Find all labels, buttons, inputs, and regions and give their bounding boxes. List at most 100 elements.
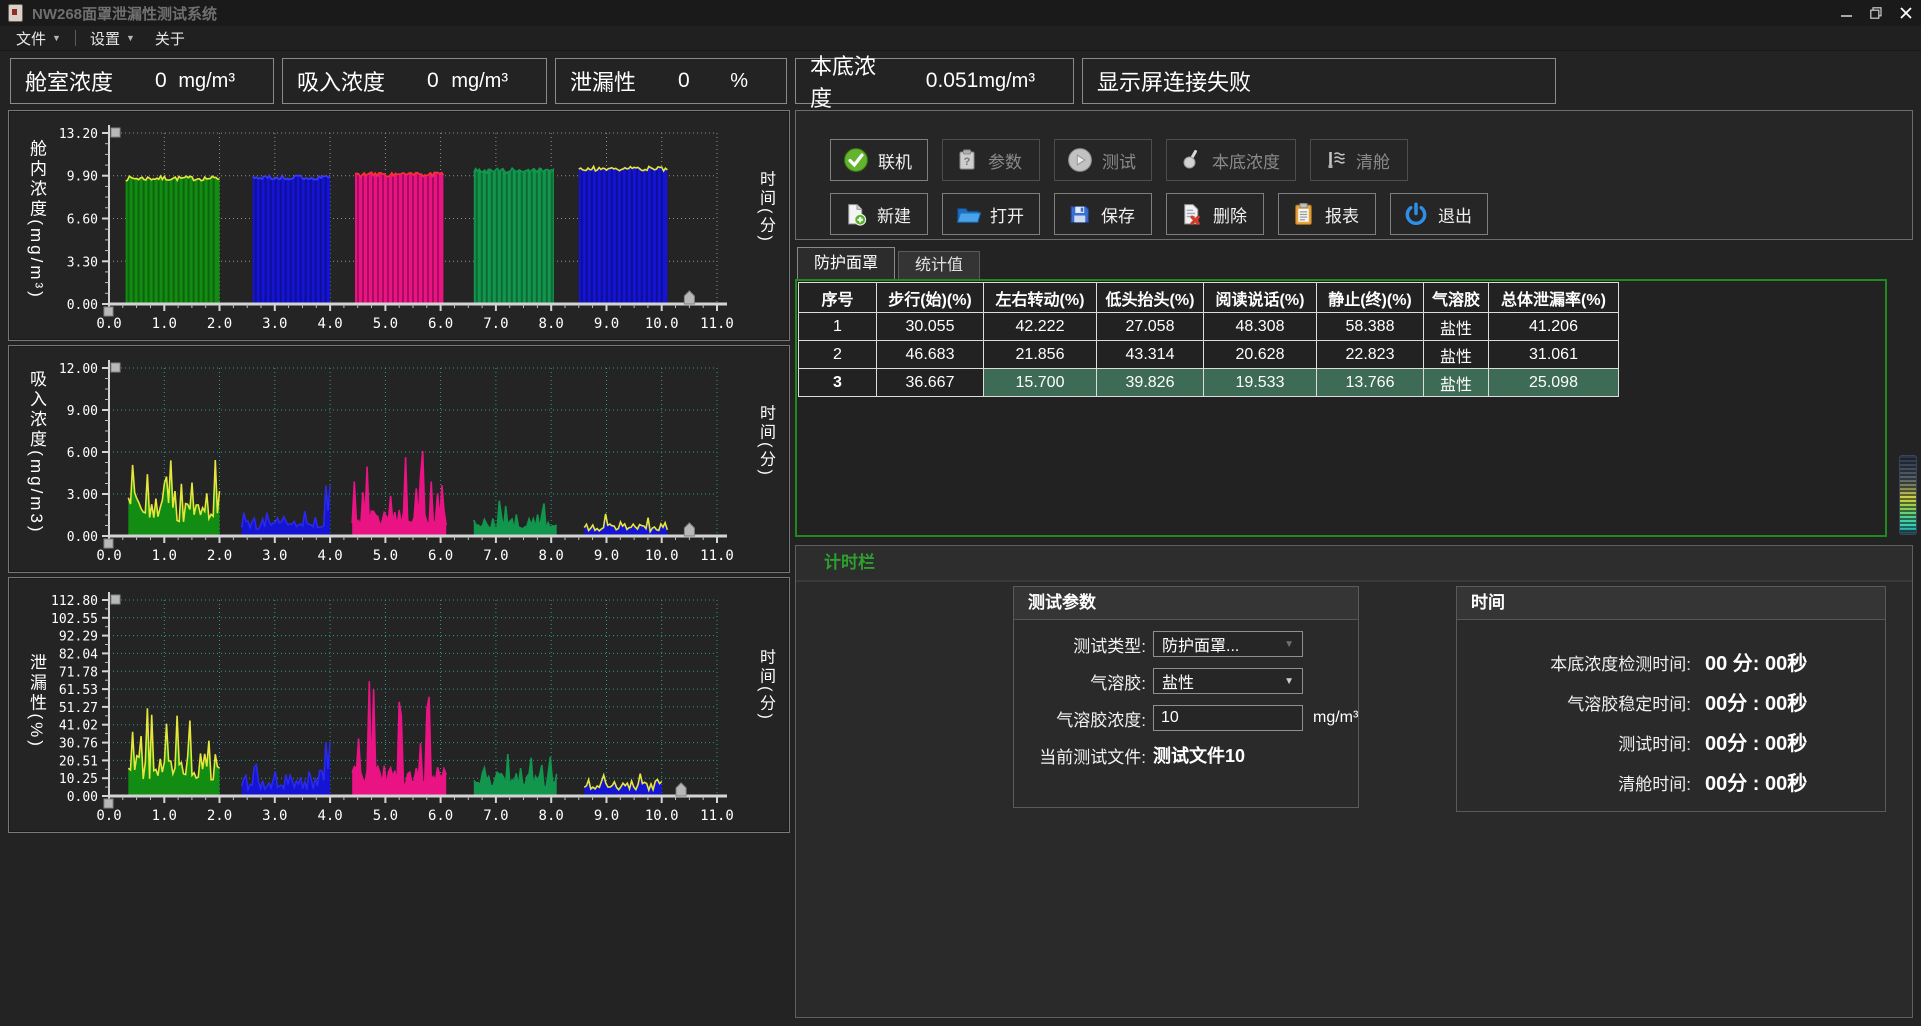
删除-button[interactable]: 删除 <box>1166 193 1264 235</box>
table-cell[interactable]: 41.206 <box>1489 313 1619 341</box>
新建-button[interactable]: 新建 <box>830 193 928 235</box>
axis-handle[interactable] <box>111 363 120 372</box>
保存-button[interactable]: 保存 <box>1054 193 1152 235</box>
svg-text:10.0: 10.0 <box>645 808 679 824</box>
table-header-cell[interactable]: 低头抬头(%) <box>1097 283 1204 313</box>
aerosol-concentration-input[interactable] <box>1153 705 1303 731</box>
table-cell[interactable]: 30.055 <box>877 313 984 341</box>
table-header-cell[interactable]: 步行(始)(%) <box>877 283 984 313</box>
table-header-cell[interactable]: 气溶胶 <box>1424 283 1489 313</box>
axis-handle[interactable] <box>684 523 694 536</box>
save-icon <box>1067 202 1092 227</box>
axis-handle[interactable] <box>676 783 686 796</box>
table-cell[interactable]: 盐性 <box>1424 341 1489 369</box>
table-cell[interactable]: 21.856 <box>984 341 1097 369</box>
series-左右转动 <box>242 486 330 536</box>
svg-text:5.0: 5.0 <box>373 808 398 824</box>
table-cell[interactable]: 20.628 <box>1204 341 1317 369</box>
table-cell[interactable]: 27.058 <box>1097 313 1204 341</box>
aerosol-select[interactable]: 盐性 ▼ <box>1153 668 1303 694</box>
test-type-select[interactable]: 防护面罩... ▼ <box>1153 631 1303 657</box>
table-cell[interactable]: 43.314 <box>1097 341 1204 369</box>
table-header-cell[interactable]: 序号 <box>799 283 877 313</box>
svg-text:12.00: 12.00 <box>59 362 98 377</box>
time-row-2: 气溶胶稳定时间:00分 : 00秒 <box>1457 687 1885 716</box>
time-rows: 本底浓度检测时间:00 分: 00秒气溶胶稳定时间:00分 : 00秒测试时间:… <box>1457 620 1885 796</box>
axis-handle[interactable] <box>104 799 113 808</box>
window-controls <box>1831 0 1921 26</box>
table-cell[interactable]: 36.667 <box>877 369 984 397</box>
maximize-icon[interactable] <box>1861 0 1891 26</box>
table-cell[interactable]: 盐性 <box>1424 313 1489 341</box>
table-cell[interactable]: 46.683 <box>877 341 984 369</box>
table-cell[interactable]: 2 <box>799 341 877 369</box>
menu-item-1[interactable]: 文件▼ <box>6 26 71 50</box>
aerosol-concentration-unit: mg/m³ <box>1313 709 1358 727</box>
tab-1[interactable]: 防护面罩 <box>797 247 895 279</box>
minimize-icon[interactable] <box>1831 0 1861 26</box>
table-cell[interactable]: 1 <box>799 313 877 341</box>
打开-button[interactable]: 打开 <box>942 193 1040 235</box>
table-row[interactable]: 246.68321.85643.31420.62822.823盐性31.061 <box>799 341 1619 369</box>
svg-text:9.00: 9.00 <box>67 404 98 419</box>
open-icon <box>955 201 981 227</box>
table-cell[interactable]: 3 <box>799 369 877 397</box>
axis-handle[interactable] <box>111 595 120 604</box>
table-cell[interactable]: 15.700 <box>984 369 1097 397</box>
table-cell[interactable]: 13.766 <box>1317 369 1424 397</box>
table-row[interactable]: 336.66715.70039.82619.53313.766盐性25.098 <box>799 369 1619 397</box>
menu-item-label: 关于 <box>155 28 185 49</box>
axis-handle[interactable] <box>104 539 113 548</box>
close-icon[interactable] <box>1891 0 1921 26</box>
axis-handle[interactable] <box>684 291 694 304</box>
退出-button[interactable]: 退出 <box>1390 193 1488 235</box>
chevron-down-icon: ▼ <box>52 33 61 43</box>
svg-text:0.00: 0.00 <box>67 530 98 545</box>
status-unit: mg/m³ <box>451 70 508 93</box>
table-header-cell[interactable]: 总体泄漏率(%) <box>1489 283 1619 313</box>
axis-handle[interactable] <box>104 307 113 316</box>
button-label: 打开 <box>990 202 1024 227</box>
table-header-cell[interactable]: 静止(终)(%) <box>1317 283 1424 313</box>
参数-button[interactable]: ?参数 <box>942 139 1040 181</box>
titlebar: NW268面罩泄漏性测试系统 <box>0 0 1921 26</box>
chart-y-axis-title: 舱内浓度(mg/m³) <box>24 139 49 299</box>
svg-text:0.00: 0.00 <box>67 298 98 313</box>
new-icon <box>843 202 868 227</box>
table-cell[interactable]: 58.388 <box>1317 313 1424 341</box>
chart-panel-2: 吸入浓度(mg/m3)时间(分)12.009.006.003.000.000.0… <box>8 345 790 573</box>
本底浓度-button[interactable]: 本底浓度 <box>1166 139 1296 181</box>
menubar: 文件▼ 设置▼ 关于 <box>0 26 1921 51</box>
table-header-cell[interactable]: 阅读说话(%) <box>1204 283 1317 313</box>
table-cell[interactable]: 48.308 <box>1204 313 1317 341</box>
status-value: 0 <box>678 69 690 93</box>
color-scrollbar[interactable] <box>1899 455 1917 535</box>
table-cell[interactable]: 盐性 <box>1424 369 1489 397</box>
table-cell[interactable]: 25.098 <box>1489 369 1619 397</box>
menu-item-2[interactable]: 设置▼ <box>80 26 145 50</box>
table-cell[interactable]: 22.823 <box>1317 341 1424 369</box>
table-cell[interactable]: 19.533 <box>1204 369 1317 397</box>
table-cell[interactable]: 39.826 <box>1097 369 1204 397</box>
tab-2[interactable]: 统计值 <box>898 251 980 279</box>
status-value: 0 <box>427 69 439 93</box>
chevron-down-icon: ▼ <box>1284 676 1294 687</box>
time-label: 清舱时间: <box>1457 770 1691 795</box>
报表-button[interactable]: 报表 <box>1278 193 1376 235</box>
清舱-button[interactable]: 清舱 <box>1310 139 1408 181</box>
table-row[interactable]: 130.05542.22227.05848.30858.388盐性41.206 <box>799 313 1619 341</box>
status-row: 舱室浓度0mg/m³吸入浓度0mg/m³泄漏性0%本底浓度0.051mg/m³显… <box>10 58 1556 104</box>
menu-item-3[interactable]: 关于 <box>145 26 195 50</box>
aerosol-value: 盐性 <box>1162 669 1194 693</box>
axis-handle[interactable] <box>111 128 120 137</box>
table-cell[interactable]: 31.061 <box>1489 341 1619 369</box>
联机-button[interactable]: 联机 <box>830 139 928 181</box>
time-row-1: 本底浓度检测时间:00 分: 00秒 <box>1457 647 1885 676</box>
table-header-cell[interactable]: 左右转动(%) <box>984 283 1097 313</box>
svg-text:10.0: 10.0 <box>645 548 679 564</box>
time-value: 00分 : 00秒 <box>1705 727 1807 756</box>
测试-button[interactable]: 测试 <box>1054 139 1152 181</box>
probe-icon <box>1179 148 1203 172</box>
svg-text:11.0: 11.0 <box>700 316 734 332</box>
table-cell[interactable]: 42.222 <box>984 313 1097 341</box>
